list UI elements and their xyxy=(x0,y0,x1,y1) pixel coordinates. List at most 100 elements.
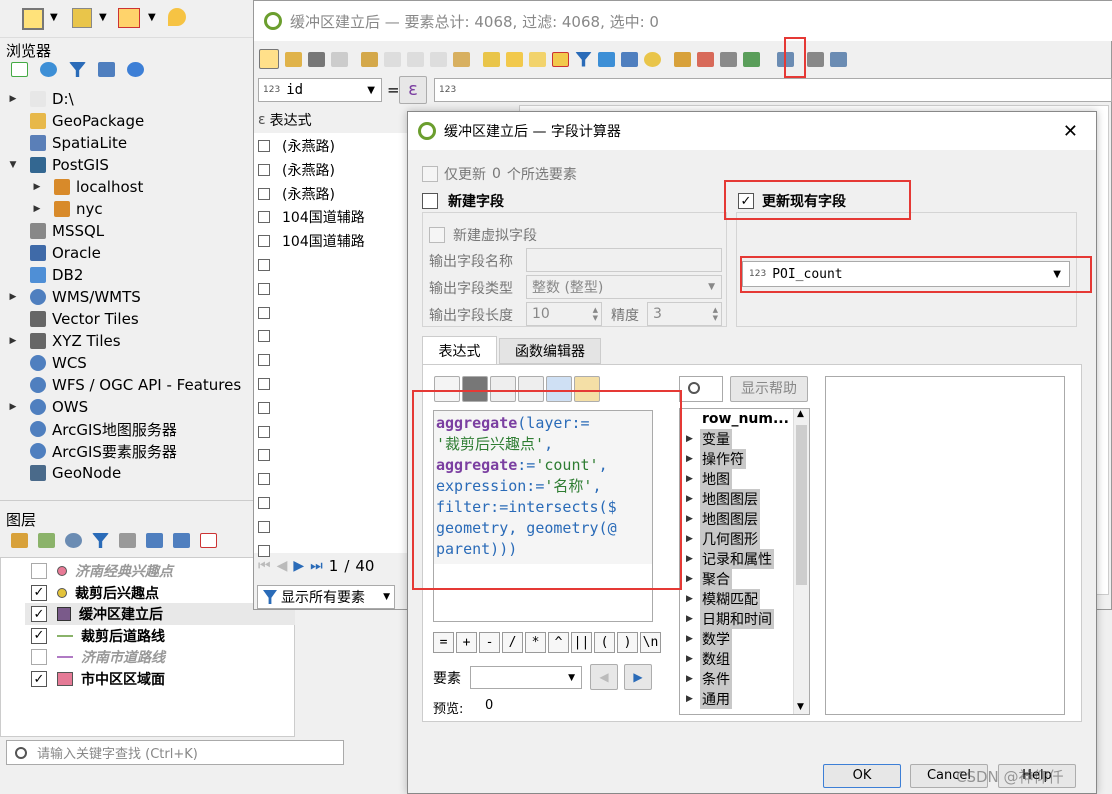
row-select-checkbox[interactable] xyxy=(258,473,270,486)
filter-icon[interactable] xyxy=(575,51,592,67)
function-category[interactable]: ▶ 操作符 xyxy=(686,449,809,469)
show-all-button[interactable]: 显示所有要素 ▼ xyxy=(257,585,395,609)
expand-caret-icon[interactable]: ▶ xyxy=(686,554,700,564)
dock-icon[interactable] xyxy=(807,51,824,67)
row-select-checkbox[interactable] xyxy=(258,187,270,200)
row-select-checkbox[interactable] xyxy=(258,282,270,295)
scroll-up-icon[interactable]: ▲ xyxy=(797,409,804,419)
value-input[interactable]: 123 xyxy=(434,78,1112,102)
operator-button[interactable]: || xyxy=(571,632,592,653)
browser-item[interactable]: SpatiaLite xyxy=(8,132,127,154)
browser-item[interactable]: ArcGIS地图服务器 xyxy=(8,418,177,440)
row-select-checkbox[interactable] xyxy=(258,259,270,271)
expand-caret-icon[interactable]: ▶ xyxy=(686,634,700,644)
row-select-checkbox[interactable] xyxy=(258,520,270,533)
browser-item[interactable]: ▶ D:\ xyxy=(8,88,74,110)
select-expression-icon[interactable] xyxy=(483,51,500,67)
organize-columns-icon[interactable] xyxy=(720,51,737,67)
remove-layer-icon[interactable] xyxy=(200,533,217,548)
ok-button[interactable]: OK xyxy=(823,764,901,788)
expand-caret-icon[interactable]: ▶ xyxy=(686,454,700,464)
invert-selection-icon[interactable] xyxy=(529,51,546,67)
table-cell[interactable]: (永燕路) xyxy=(282,184,335,204)
row-select-checkbox[interactable] xyxy=(258,449,270,462)
browser-item[interactable]: ▶ nyc xyxy=(32,198,103,220)
row-select-checkbox[interactable] xyxy=(258,401,270,414)
function-category[interactable]: ▶ 几何图形 xyxy=(686,529,809,549)
select-features-icon[interactable] xyxy=(22,8,44,30)
function-category[interactable]: ▶ 数学 xyxy=(686,629,809,649)
field-select[interactable]: 123 id ▼ xyxy=(258,78,382,102)
close-icon[interactable]: ✕ xyxy=(1063,121,1078,142)
new-field-icon[interactable] xyxy=(674,51,691,67)
expand-caret-icon[interactable]: ▶ xyxy=(686,574,700,584)
add-feature-icon[interactable] xyxy=(361,51,378,67)
output-name-input[interactable] xyxy=(526,248,722,272)
function-list-scrollbar[interactable]: ▲ ▼ xyxy=(793,409,809,714)
function-category[interactable]: ▶ 记录和属性 xyxy=(686,549,809,569)
row-select-checkbox[interactable] xyxy=(258,544,270,557)
pan-to-selection-icon[interactable] xyxy=(168,8,186,26)
operator-button[interactable]: ) xyxy=(617,632,638,653)
scroll-thumb[interactable] xyxy=(796,425,807,585)
function-category[interactable]: ▶ 聚合 xyxy=(686,569,809,589)
first-page-icon[interactable]: ⏮ xyxy=(258,558,271,574)
browser-item[interactable]: ▼ PostGIS xyxy=(8,154,109,176)
browser-item[interactable]: MSSQL xyxy=(8,220,104,242)
operator-button[interactable]: / xyxy=(502,632,523,653)
save-icon[interactable] xyxy=(308,51,325,67)
browser-item[interactable]: GeoPackage xyxy=(8,110,144,132)
expand-caret-icon[interactable]: ▶ xyxy=(8,402,18,412)
operator-button[interactable]: ( xyxy=(594,632,615,653)
browser-item[interactable]: DB2 xyxy=(8,264,83,286)
expression-filter-icon[interactable] xyxy=(119,533,136,548)
layer-visibility-checkbox[interactable] xyxy=(31,563,47,579)
function-category[interactable]: ▶ 通用 xyxy=(686,689,809,709)
collapse-icon[interactable] xyxy=(173,533,190,548)
next-feature-button[interactable]: ▶ xyxy=(624,664,652,690)
row-select-checkbox[interactable] xyxy=(258,306,270,319)
row-select-checkbox[interactable] xyxy=(258,211,270,224)
virtual-field-checkbox[interactable] xyxy=(429,227,445,243)
pan-icon[interactable] xyxy=(621,51,638,67)
expand-caret-icon[interactable]: ▶ xyxy=(686,494,700,504)
function-search[interactable] xyxy=(679,376,723,402)
prev-page-icon[interactable]: ◀ xyxy=(277,558,288,574)
toggle-edit-icon[interactable] xyxy=(259,49,279,69)
show-help-button[interactable]: 显示帮助 xyxy=(730,376,808,402)
new-field-checkbox[interactable] xyxy=(422,193,438,209)
select-all-icon[interactable] xyxy=(506,51,523,67)
splitter[interactable] xyxy=(0,500,255,504)
layer-visibility-checkbox[interactable] xyxy=(31,649,47,666)
filter-icon[interactable] xyxy=(69,62,86,77)
deselect-icon[interactable] xyxy=(552,51,569,67)
function-category[interactable]: ▶ 条件 xyxy=(686,669,809,689)
delete-icon[interactable] xyxy=(384,51,401,67)
expand-caret-icon[interactable]: ▶ xyxy=(686,694,700,704)
expand-caret-icon[interactable]: ▼ xyxy=(8,160,18,170)
zoom-icon[interactable] xyxy=(644,51,661,67)
browser-item[interactable]: ▶ WMS/WMTS xyxy=(8,286,141,308)
feature-select[interactable]: ▼ xyxy=(470,666,582,689)
browser-item[interactable]: WCS xyxy=(8,352,87,374)
dropdown-icon[interactable]: ▼ xyxy=(99,12,107,23)
expand-caret-icon[interactable]: ▶ xyxy=(686,474,700,484)
layer-visibility-checkbox[interactable]: ✓ xyxy=(31,584,47,601)
dropdown-icon[interactable]: ▼ xyxy=(50,12,58,23)
row-select-checkbox[interactable] xyxy=(258,425,270,438)
expand-icon[interactable] xyxy=(146,533,163,548)
browser-item[interactable]: ▶ XYZ Tiles xyxy=(8,330,121,352)
row-select-checkbox[interactable] xyxy=(258,163,270,176)
move-top-icon[interactable] xyxy=(598,51,615,67)
function-category[interactable]: ▶ 数组 xyxy=(686,649,809,669)
expand-caret-icon[interactable]: ▶ xyxy=(686,594,700,604)
expand-caret-icon[interactable]: ▶ xyxy=(686,674,700,684)
expand-caret-icon[interactable]: ▶ xyxy=(686,654,700,664)
function-category[interactable]: ▶ 地图图层 xyxy=(686,509,809,529)
table-cell[interactable]: (永燕路) xyxy=(282,136,335,156)
row-select-checkbox[interactable] xyxy=(258,378,270,390)
copy-icon[interactable] xyxy=(430,51,447,67)
browser-item[interactable]: Vector Tiles xyxy=(8,308,139,330)
expand-caret-icon[interactable]: ▶ xyxy=(686,534,700,544)
cut-icon[interactable] xyxy=(407,51,424,67)
